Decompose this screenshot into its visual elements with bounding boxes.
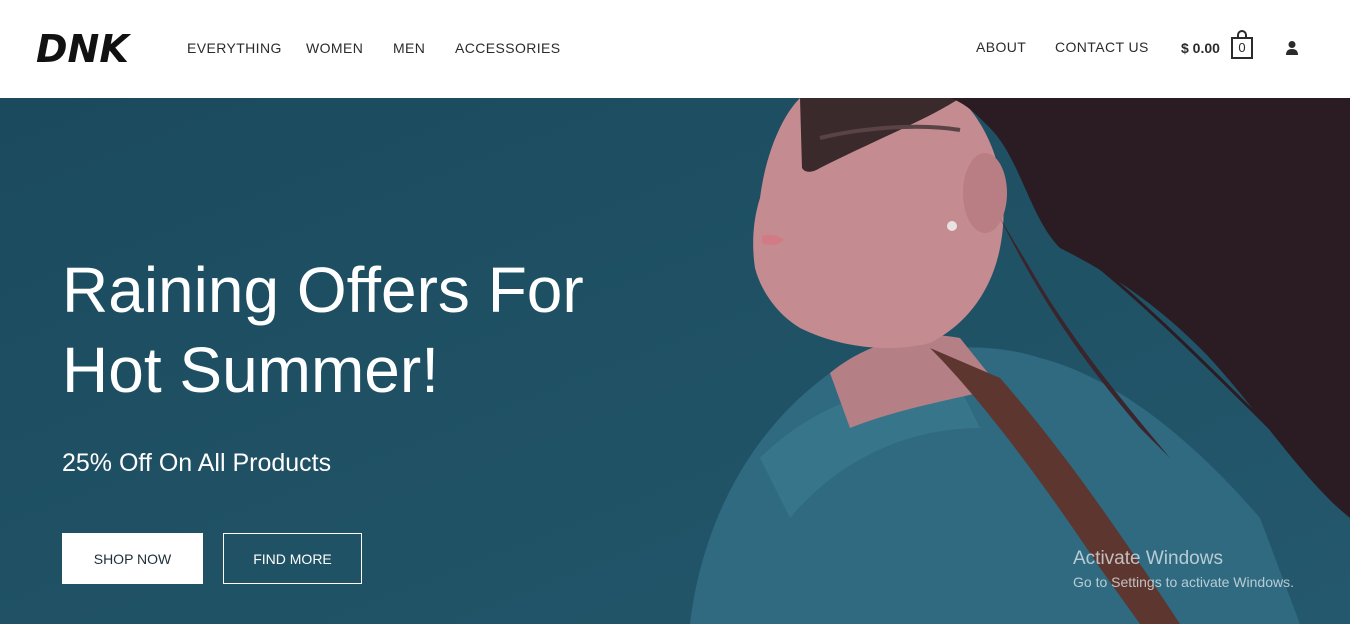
find-more-button[interactable]: FIND MORE xyxy=(223,533,362,584)
nav-about[interactable]: ABOUT xyxy=(976,39,1026,55)
hero-title-line1: Raining Offers For xyxy=(62,254,584,326)
shop-now-button[interactable]: SHOP NOW xyxy=(62,533,203,584)
dnk-logo[interactable]: DNK xyxy=(36,26,136,70)
nav-contact-us[interactable]: CONTACT US xyxy=(1055,39,1149,55)
nav-men[interactable]: MEN xyxy=(393,40,425,56)
nav-women[interactable]: WOMEN xyxy=(306,40,363,56)
nav-accessories[interactable]: ACCESSORIES xyxy=(455,40,561,56)
logo-text: DNK xyxy=(36,27,131,70)
hero-subtitle: 25% Off On All Products xyxy=(62,449,332,477)
user-icon[interactable] xyxy=(1285,40,1299,56)
site-header: DNK EVERYTHING WOMEN MEN ACCESSORIES ABO… xyxy=(0,0,1350,98)
cart-count: 0 xyxy=(1238,40,1246,55)
shopping-bag-icon[interactable]: 0 xyxy=(1231,30,1253,59)
bag-handle xyxy=(1237,30,1247,38)
watermark-title: Activate Windows xyxy=(1073,548,1223,569)
hero-title: Raining Offers For Hot Summer! xyxy=(62,250,762,410)
hero-title-line2: Hot Summer! xyxy=(62,334,439,406)
nav-everything[interactable]: EVERYTHING xyxy=(187,40,282,56)
activate-windows-watermark: Activate Windows Go to Settings to activ… xyxy=(1073,548,1294,590)
cart-total[interactable]: $ 0.00 xyxy=(1181,40,1220,56)
watermark-subtitle: Go to Settings to activate Windows. xyxy=(1073,574,1294,590)
hero-banner: Raining Offers For Hot Summer! 25% Off O… xyxy=(0,98,1350,624)
